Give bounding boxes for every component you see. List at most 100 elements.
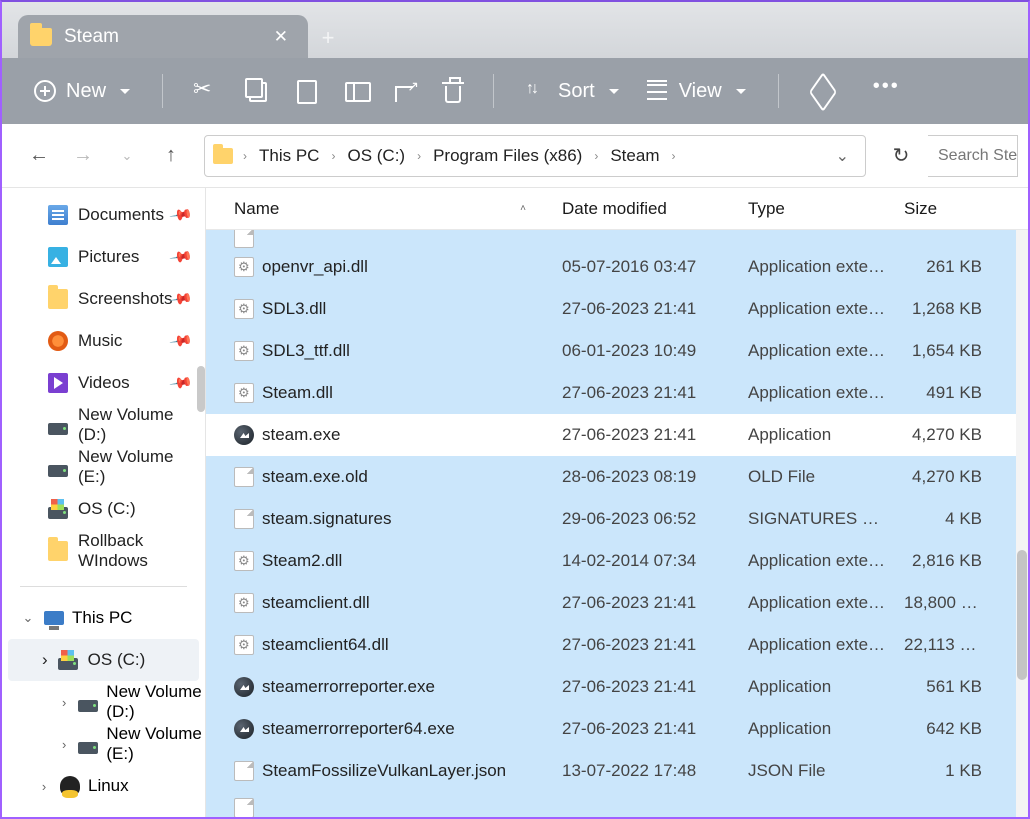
column-size[interactable]: Size xyxy=(896,199,990,219)
file-row[interactable]: SDL3.dll27-06-2023 21:41Application exte… xyxy=(206,288,1016,330)
file-row[interactable]: openvr_api.dll05-07-2016 03:47Applicatio… xyxy=(206,246,1016,288)
file-row[interactable]: steamclient64.dll27-06-2023 21:41Applica… xyxy=(206,624,1016,666)
file-row[interactable]: steam.exe.old28-06-2023 08:19OLD File4,2… xyxy=(206,456,1016,498)
cut-button[interactable] xyxy=(185,74,227,108)
back-button[interactable]: ← xyxy=(20,137,58,175)
address-history-button[interactable]: ⌄ xyxy=(828,142,857,170)
tree-item-this-pc[interactable]: ⌄ This PC xyxy=(2,597,205,639)
file-name: Steam2.dll xyxy=(262,551,342,571)
recent-button[interactable]: ⌄ xyxy=(108,137,146,175)
cell-name: SDL3_ttf.dll xyxy=(226,341,554,361)
rename-icon xyxy=(345,80,367,102)
expand-icon[interactable]: › xyxy=(58,737,70,752)
cell-date: 27-06-2023 21:41 xyxy=(554,425,740,445)
crumb-program-files[interactable]: Program Files (x86) xyxy=(427,142,588,170)
column-name[interactable]: Name ˄ xyxy=(226,199,554,219)
sidebar-item-os-c-[interactable]: OS (C:) xyxy=(2,488,205,530)
paste-button[interactable] xyxy=(285,74,327,108)
copy-button[interactable] xyxy=(235,74,277,108)
file-icon xyxy=(234,593,254,613)
tree-item-label: This PC xyxy=(72,608,132,628)
body: Documents📌Pictures📌Screenshots📌Music📌Vid… xyxy=(2,188,1028,817)
tree-item-linux[interactable]: ›Linux xyxy=(2,765,205,807)
file-name: openvr_api.dll xyxy=(262,257,368,277)
sidebar-item-music[interactable]: Music📌 xyxy=(2,320,205,362)
file-icon xyxy=(234,509,254,529)
chevron-right-icon: › xyxy=(241,149,249,163)
sort-button[interactable]: Sort xyxy=(516,74,629,109)
sidebar-scrollbar-thumb[interactable] xyxy=(197,366,205,412)
scrollbar[interactable] xyxy=(1016,230,1028,817)
file-row[interactable]: Steam2.dll14-02-2014 07:34Application ex… xyxy=(206,540,1016,582)
file-row[interactable]: steamerrorreporter.exe27-06-2023 21:41Ap… xyxy=(206,666,1016,708)
view-icon xyxy=(647,80,669,102)
tree-item-new-volume-e-[interactable]: ›New Volume (E:) xyxy=(2,723,205,765)
rename-button[interactable] xyxy=(335,74,377,108)
expand-icon[interactable]: ⌄ xyxy=(20,610,36,626)
search-input[interactable]: Search Stea xyxy=(928,135,1018,177)
up-button[interactable]: ↑ xyxy=(152,137,190,175)
cell-size: 642 KB xyxy=(896,719,990,739)
column-type[interactable]: Type xyxy=(740,199,896,219)
cell-size: 4 KB xyxy=(896,509,990,529)
crumb-this-pc[interactable]: This PC xyxy=(253,142,325,170)
more-button[interactable] xyxy=(863,74,905,108)
new-tab-button[interactable]: + xyxy=(308,18,348,58)
expand-icon[interactable]: › xyxy=(58,695,70,710)
file-name: SDL3.dll xyxy=(262,299,326,319)
crumb-os-c[interactable]: OS (C:) xyxy=(341,142,411,170)
tree-item-new-volume-d-[interactable]: ›New Volume (D:) xyxy=(2,681,205,723)
sidebar-item-label: Screenshots xyxy=(78,289,173,309)
column-date[interactable]: Date modified xyxy=(554,199,740,219)
breadcrumb-bar[interactable]: › This PC › OS (C:) › Program Files (x86… xyxy=(204,135,866,177)
file-icon xyxy=(234,551,254,571)
file-icon xyxy=(234,257,254,277)
cell-size: 261 KB xyxy=(896,257,990,277)
file-row[interactable] xyxy=(206,230,1016,246)
sidebar-item-documents[interactable]: Documents📌 xyxy=(2,194,205,236)
crumb-steam[interactable]: Steam xyxy=(604,142,665,170)
tree-item-os-c-[interactable]: ›OS (C:) xyxy=(8,639,199,681)
cell-size: 491 KB xyxy=(896,383,990,403)
chevron-down-icon xyxy=(732,80,746,103)
sidebar-item-videos[interactable]: Videos📌 xyxy=(2,362,205,404)
delete-button[interactable] xyxy=(435,77,471,106)
expand-icon[interactable]: › xyxy=(42,650,48,670)
sidebar-item-pictures[interactable]: Pictures📌 xyxy=(2,236,205,278)
close-tab-button[interactable]: ✕ xyxy=(266,23,296,51)
chevron-down-icon xyxy=(116,80,130,103)
sidebar-item-new-volume-d-[interactable]: New Volume (D:) xyxy=(2,404,205,446)
file-row[interactable]: Steam.dll27-06-2023 21:41Application ext… xyxy=(206,372,1016,414)
file-row[interactable]: steam.signatures29-06-2023 06:52SIGNATUR… xyxy=(206,498,1016,540)
refresh-button[interactable]: ↻ xyxy=(880,135,922,177)
sidebar-item-screenshots[interactable]: Screenshots📌 xyxy=(2,278,205,320)
file-icon xyxy=(234,467,254,487)
extract-button[interactable] xyxy=(801,74,843,108)
file-row[interactable]: steamerrorreporter64.exe27-06-2023 21:41… xyxy=(206,708,1016,750)
cell-date: 13-07-2022 17:48 xyxy=(554,761,740,781)
scrollbar-thumb[interactable] xyxy=(1017,550,1027,680)
sidebar-item-new-volume-e-[interactable]: New Volume (E:) xyxy=(2,446,205,488)
new-button[interactable]: New xyxy=(24,74,140,109)
tab-steam[interactable]: Steam ✕ xyxy=(18,15,308,58)
copy-icon xyxy=(245,80,267,102)
sidebar-item-rollback-windows[interactable]: Rollback WIndows xyxy=(2,530,205,572)
file-name: SDL3_ttf.dll xyxy=(262,341,350,361)
view-button[interactable]: View xyxy=(637,74,756,109)
file-row[interactable]: SDL3_ttf.dll06-01-2023 10:49Application … xyxy=(206,330,1016,372)
forward-button[interactable]: → xyxy=(64,137,102,175)
file-icon xyxy=(234,798,254,817)
cell-date: 27-06-2023 21:41 xyxy=(554,635,740,655)
file-name: steam.signatures xyxy=(262,509,391,529)
file-row[interactable]: SteamFossilizeVulkanLayer.json13-07-2022… xyxy=(206,750,1016,792)
view-label: View xyxy=(679,80,722,103)
file-row[interactable]: steamclient.dll27-06-2023 21:41Applicati… xyxy=(206,582,1016,624)
file-row[interactable] xyxy=(206,792,1016,817)
sort-asc-icon: ˄ xyxy=(520,203,526,214)
file-row[interactable]: steam.exe27-06-2023 21:41Application4,27… xyxy=(206,414,1016,456)
share-button[interactable] xyxy=(385,74,427,108)
expand-icon[interactable]: › xyxy=(36,779,52,794)
drive-win-icon xyxy=(58,658,78,670)
cell-type: Application xyxy=(740,425,896,445)
cell-name: SteamFossilizeVulkanLayer.json xyxy=(226,761,554,781)
